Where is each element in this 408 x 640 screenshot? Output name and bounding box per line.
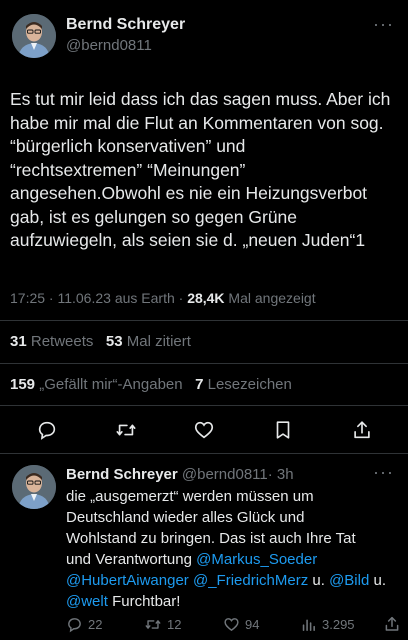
reply-retweet-button[interactable]: 12: [144, 616, 181, 633]
mention-link[interactable]: @welt: [66, 593, 108, 610]
quotes-label: Mal zitiert: [126, 333, 191, 350]
tweet-text: Es tut mir leid dass ich das sagen muss.…: [10, 88, 404, 253]
reply-reply-button[interactable]: 22: [66, 616, 102, 633]
author-name[interactable]: Bernd Schreyer: [66, 16, 185, 34]
divider: [0, 453, 408, 454]
reply-replies-count: 22: [88, 617, 103, 632]
like-stats: 159 „Gefällt mir“-Angaben 7 Lesezeichen: [10, 376, 292, 393]
reply-text-fragment: Furchtbar!: [107, 593, 181, 610]
retweet-button[interactable]: [114, 419, 138, 441]
retweet-stats: 31 Retweets 53 Mal zitiert: [10, 333, 191, 350]
reply-text-line: Deutschland wieder alles Glück und: [66, 509, 305, 526]
reply-likes-count: 94: [245, 617, 260, 632]
views-icon: [302, 619, 315, 631]
bookmarks-stat[interactable]: 7 Lesezeichen: [195, 376, 292, 393]
views-label: Mal angezeigt: [224, 290, 316, 306]
likes-count: 159: [10, 376, 36, 393]
reply-author-handle[interactable]: @bernd0811: [182, 466, 268, 483]
mention-link[interactable]: @Markus_Soeder: [196, 551, 317, 568]
like-icon: [224, 618, 239, 632]
reply-retweets-count: 12: [167, 617, 182, 632]
mention-link[interactable]: @HubertAiwanger: [66, 572, 189, 589]
reply-button[interactable]: [36, 419, 58, 441]
reply-avatar[interactable]: [12, 465, 56, 509]
tweet-text-line: Es tut mir leid dass ich das sagen muss.…: [10, 89, 391, 109]
like-button[interactable]: [193, 419, 215, 441]
tweet-meta: 17:25 · 11.06.23 aus Earth · 28,4K Mal a…: [10, 290, 316, 306]
reply-text-line: @HubertAiwanger @_FriedrichMerz u. @Bild…: [66, 570, 404, 591]
divider: [0, 363, 408, 364]
reply-text-fragment: und Verantwortung: [66, 551, 197, 568]
bookmark-button[interactable]: [272, 419, 294, 441]
retweets-stat[interactable]: 31 Retweets: [10, 333, 93, 350]
reply-icon: [38, 421, 56, 440]
reply-text: die „ausgemerzt“ werden müssen um Deutsc…: [66, 486, 404, 612]
timestamp[interactable]: 17:25 · 11.06.23 aus Earth ·: [10, 290, 187, 306]
share-button[interactable]: [351, 419, 373, 441]
retweets-label: Retweets: [30, 333, 94, 350]
retweet-icon: [145, 620, 161, 629]
like-icon: [194, 421, 214, 439]
avatar[interactable]: [12, 14, 56, 58]
reply-more-options-icon[interactable]: ···: [373, 462, 394, 483]
views-count: 28,4K: [187, 290, 225, 306]
mention-link[interactable]: @Bild: [329, 572, 369, 589]
likes-stat[interactable]: 159 „Gefällt mir“-Angaben: [10, 376, 183, 393]
bookmarks-label: Lesezeichen: [207, 376, 292, 393]
retweets-count: 31: [10, 333, 27, 350]
reply-text-line: die „ausgemerzt“ werden müssen um: [66, 488, 314, 505]
quotes-count: 53: [105, 333, 123, 350]
bookmark-icon: [276, 421, 290, 439]
tweet-text-line: habe mir mal die Flut an Kommentaren von…: [10, 112, 384, 133]
reply-text-fragment: u.: [308, 572, 330, 589]
reply-time[interactable]: · 3h: [268, 466, 294, 483]
reply-icon: [68, 618, 81, 633]
reply-header: Bernd Schreyer @bernd0811· 3h: [66, 466, 294, 483]
divider: [0, 320, 408, 321]
tweet-text-line: “rechtsextremen” “Meinungen”: [10, 159, 246, 180]
tweet-text-line: angesehen.Obwohl es nie ein Heizungsverb…: [10, 183, 368, 203]
tweet-text-line: gab, ist es gelungen so gegen Grüne: [10, 206, 298, 227]
reply-text-fragment: u.: [369, 572, 387, 589]
retweet-icon: [116, 424, 136, 436]
share-icon: [354, 421, 370, 439]
tweet-text-line: “bürgerlich konservativen” und: [10, 136, 246, 156]
more-options-icon[interactable]: ···: [373, 14, 394, 35]
bookmarks-count: 7: [195, 376, 204, 393]
reply-text-line: @welt Furchtbar!: [66, 591, 404, 612]
quotes-stat[interactable]: 53 Mal zitiert: [106, 333, 191, 350]
likes-label: „Gefällt mir“-Angaben: [39, 376, 183, 393]
reply-text-line: und Verantwortung @Markus_Soeder: [66, 549, 404, 570]
author-handle[interactable]: @bernd0811: [66, 37, 152, 54]
reply-share-button[interactable]: [383, 615, 401, 633]
reply-views-count: 3.295: [322, 617, 355, 632]
divider: [0, 405, 408, 406]
share-icon: [385, 616, 399, 631]
reply-views-button[interactable]: 3.295: [300, 616, 355, 633]
reply-like-button[interactable]: 94: [223, 616, 259, 633]
mention-link[interactable]: @_FriedrichMerz: [193, 572, 308, 589]
reply-text-line: Wohlstand zu bringen. Das ist auch Ihre …: [66, 530, 356, 547]
reply-author-name[interactable]: Bernd Schreyer: [66, 466, 178, 483]
tweet-text-line: aufzuwiegeln, als seien sie d. „neuen Ju…: [10, 230, 366, 250]
